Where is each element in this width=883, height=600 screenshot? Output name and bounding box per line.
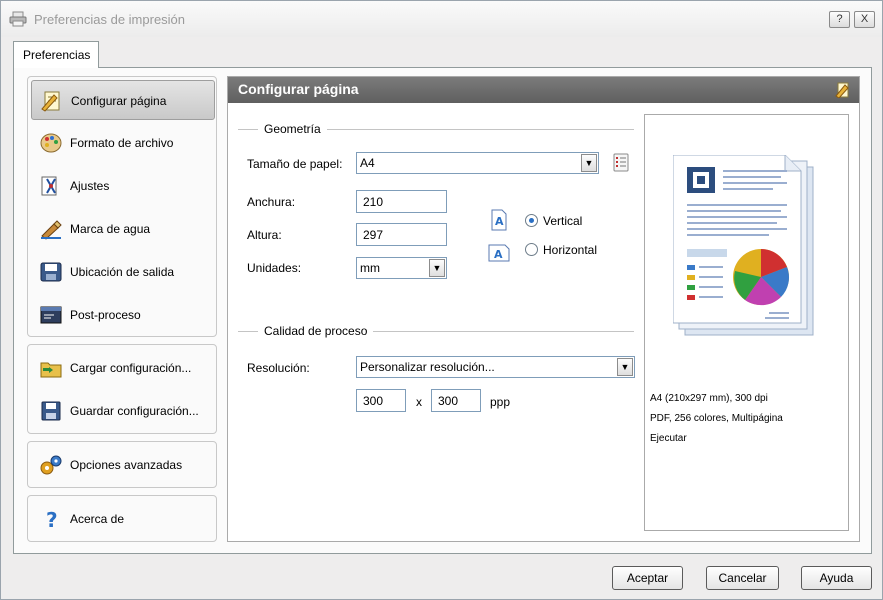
palette-icon (39, 132, 63, 154)
panel-header: Configurar página (228, 77, 859, 103)
svg-text:?: ? (46, 508, 58, 530)
height-field[interactable]: 297 (356, 223, 447, 246)
landscape-orientation-icon: A (488, 241, 510, 263)
sidebar-item-guardar-configuracion[interactable]: Guardar configuración... (31, 391, 215, 431)
question-icon: ? (836, 13, 843, 25)
units-select[interactable]: mm ▼ (356, 257, 447, 279)
geometry-section-title: Geometría (258, 122, 327, 136)
help-question-icon: ? (39, 508, 63, 532)
sidebar-item-label: Opciones avanzadas (70, 458, 183, 472)
window-title: Preferencias de impresión (34, 12, 186, 27)
sidebar-item-label: Acerca de (70, 512, 125, 526)
units-label: Unidades: (247, 261, 302, 275)
paper-size-select[interactable]: A4 ▼ (356, 152, 599, 174)
resolution-y-value: 300 (438, 394, 459, 408)
load-config-icon (39, 357, 63, 379)
sidebar-item-cargar-configuracion[interactable]: Cargar configuración... (31, 348, 215, 388)
svg-text:A: A (494, 248, 503, 261)
resolution-value: Personalizar resolución... (360, 360, 495, 374)
sidebar-item-label: Marca de agua (70, 222, 151, 236)
cancel-button[interactable]: Cancelar (706, 566, 779, 590)
sidebar-group-config: Cargar configuración... Guardar configur… (27, 344, 217, 434)
sidebar-item-label: Guardar configuración... (70, 404, 199, 418)
sidebar-item-label: Ubicación de salida (70, 265, 175, 279)
horizontal-radio[interactable] (525, 243, 538, 256)
sidebar-item-post-proceso[interactable]: Post-proceso (31, 295, 215, 335)
sidebar-item-ubicacion-salida[interactable]: Ubicación de salida (31, 252, 215, 292)
title-bar[interactable]: Preferencias de impresión ? X (1, 1, 882, 37)
portrait-orientation-icon: A (488, 209, 510, 231)
units-value: mm (360, 261, 380, 275)
sidebar-item-acerca-de[interactable]: ? Acerca de (31, 499, 215, 539)
help-button[interactable]: Ayuda (801, 566, 872, 590)
sidebar-item-marca-agua[interactable]: Marca de agua (31, 209, 215, 249)
tab-preferencias[interactable]: Preferencias (13, 41, 99, 68)
sidebar-item-opciones-avanzadas[interactable]: Opciones avanzadas (31, 445, 215, 485)
resolution-y-field[interactable]: 300 (431, 389, 481, 412)
close-icon: X (860, 13, 869, 25)
page-setup-icon (40, 90, 64, 112)
sidebar-item-formato-archivo[interactable]: Formato de archivo (31, 123, 215, 163)
printer-icon (9, 11, 27, 27)
chevron-down-icon: ▼ (617, 358, 633, 376)
paper-size-value: A4 (360, 156, 375, 170)
paper-size-label: Tamaño de papel: (247, 157, 343, 171)
vertical-label[interactable]: Vertical (543, 214, 582, 228)
resolution-select[interactable]: Personalizar resolución... ▼ (356, 356, 635, 378)
print-preferences-window: Preferencias de impresión ? X Preferenci… (0, 0, 883, 600)
resolution-x-field[interactable]: 300 (356, 389, 406, 412)
adjust-icon (39, 175, 63, 197)
list-icon (613, 153, 629, 172)
width-label: Anchura: (247, 195, 296, 209)
resolution-unit: ppp (490, 395, 511, 409)
sidebar-item-label: Formato de archivo (70, 136, 174, 150)
accept-button[interactable]: Aceptar (612, 566, 683, 590)
preview-info-format: PDF, 256 colores, Multipágina (650, 413, 783, 424)
sidebar-item-label: Post-proceso (70, 308, 141, 322)
post-process-icon (39, 304, 63, 326)
sidebar-item-label: Ajustes (70, 179, 110, 193)
paper-list-button[interactable] (612, 153, 631, 172)
sidebar-item-label: Configurar página (71, 94, 167, 108)
advanced-gears-icon (39, 454, 63, 476)
resolution-x-value: 300 (363, 394, 384, 408)
preview-info-action: Ejecutar (650, 433, 687, 444)
page-setup-header-icon (835, 82, 851, 99)
panel-title: Configurar página (238, 81, 359, 97)
sidebar-item-ajustes[interactable]: Ajustes (31, 166, 215, 206)
close-window-button[interactable]: X (854, 11, 875, 28)
vertical-radio[interactable] (525, 214, 538, 227)
height-value: 297 (363, 228, 384, 242)
resolution-label: Resolución: (247, 361, 310, 375)
chevron-down-icon: ▼ (429, 259, 445, 277)
help-title-button[interactable]: ? (829, 11, 850, 28)
preview-panel: A4 (210x297 mm), 300 dpi PDF, 256 colore… (644, 114, 849, 531)
save-config-icon (39, 400, 63, 422)
chevron-down-icon: ▼ (581, 154, 597, 172)
output-location-icon (39, 261, 63, 283)
sidebar-item-label: Cargar configuración... (70, 361, 192, 375)
svg-text:A: A (495, 215, 504, 228)
quality-section-title: Calidad de proceso (258, 324, 374, 338)
height-label: Altura: (247, 228, 282, 242)
width-field[interactable]: 210 (356, 190, 447, 213)
sidebar-item-configurar-pagina[interactable]: Configurar página (31, 80, 215, 120)
sidebar-group-about: ? Acerca de (27, 495, 217, 542)
sidebar-group-advanced: Opciones avanzadas (27, 441, 217, 488)
width-value: 210 (363, 195, 384, 209)
document-preview-icon (672, 154, 818, 340)
resolution-separator: x (416, 395, 422, 409)
watermark-icon (39, 218, 63, 240)
sidebar-group-main: Configurar página Formato de archivo Aju… (27, 76, 217, 337)
horizontal-label[interactable]: Horizontal (543, 243, 597, 257)
preview-info-size: A4 (210x297 mm), 300 dpi (650, 393, 768, 404)
